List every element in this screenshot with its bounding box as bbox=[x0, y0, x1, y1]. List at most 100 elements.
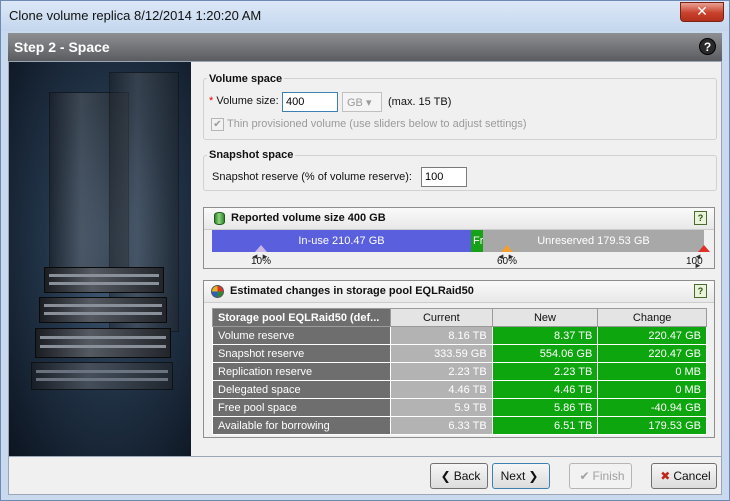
table-row[interactable]: Volume reserve 8.16 TB 8.37 TB 220.47 GB bbox=[212, 326, 707, 345]
change-value: 179.53 GB bbox=[597, 416, 707, 435]
row-label: Free pool space bbox=[212, 398, 391, 417]
threshold-slider-handle[interactable] bbox=[501, 245, 513, 252]
row-label: Delegated space bbox=[212, 380, 391, 399]
reported-volume-panel: Reported volume size 400 GB ? In-use 210… bbox=[203, 207, 715, 270]
current-value: 333.59 GB bbox=[389, 344, 493, 363]
in-use-segment: In-use 210.47 GB bbox=[212, 230, 471, 252]
change-value: 0 MB bbox=[597, 380, 707, 399]
step-title: Step 2 - Space bbox=[14, 39, 110, 55]
threshold-slider-handle[interactable] bbox=[255, 245, 267, 252]
settings-panel: Volume space * Volume size: GB ▾ (max. 1… bbox=[199, 62, 721, 456]
cancel-button-label: Cancel bbox=[673, 469, 711, 483]
chevron-down-icon: ▾ bbox=[365, 97, 372, 109]
step-header: Step 2 - Space ? bbox=[8, 33, 722, 61]
help-icon[interactable]: ? bbox=[694, 211, 707, 225]
next-button[interactable]: Next ❯ bbox=[492, 463, 550, 489]
volume-size-input[interactable] bbox=[282, 92, 338, 112]
cancel-button[interactable]: ✖ Cancel bbox=[651, 463, 717, 489]
database-icon bbox=[214, 212, 225, 225]
required-marker: * bbox=[209, 95, 214, 107]
volume-usage-bar: In-use 210.47 GB Fr Unreserved 179.53 GB bbox=[212, 230, 704, 252]
back-button[interactable]: ❮ Back bbox=[430, 463, 488, 489]
change-value: 220.47 GB bbox=[597, 344, 707, 363]
wizard-footer: ❮ Back Next ❯ ✔ Finish ✖ Cancel bbox=[8, 457, 722, 495]
finish-button-label: Finish bbox=[592, 469, 625, 483]
size-unit-value: GB bbox=[347, 97, 363, 109]
rack-back bbox=[109, 72, 179, 332]
next-arrow-icon: ❯ bbox=[528, 469, 539, 483]
thin-provision-checkbox[interactable]: ✔ bbox=[211, 118, 224, 131]
row-label: Snapshot reserve bbox=[212, 344, 391, 363]
threshold-label: 100 bbox=[686, 256, 703, 267]
column-header-pool[interactable]: Storage pool EQLRaid50 (def... bbox=[212, 308, 391, 327]
wizard-content: Volume space * Volume size: GB ▾ (max. 1… bbox=[8, 61, 722, 457]
current-value: 6.33 TB bbox=[389, 416, 493, 435]
back-arrow-icon: ❮ bbox=[440, 469, 451, 483]
unreserved-segment: Unreserved 179.53 GB bbox=[483, 230, 704, 252]
table-row[interactable]: Snapshot reserve 333.59 GB 554.06 GB 220.47… bbox=[212, 344, 707, 363]
row-label: Available for borrowing bbox=[212, 416, 391, 435]
estimated-changes-header: Estimated changes in storage pool EQLRai… bbox=[204, 281, 714, 303]
volume-size-label-text: Volume size: bbox=[216, 95, 279, 107]
pool-changes-table: Storage pool EQLRaid50 (def... Current N… bbox=[212, 308, 707, 435]
threshold-label: 10% bbox=[251, 256, 272, 267]
next-button-label: Next bbox=[500, 469, 526, 483]
volume-space-title: Volume space bbox=[207, 73, 285, 85]
rack-unit bbox=[39, 297, 167, 323]
storage-pool-icon bbox=[211, 285, 224, 298]
back-button-label: Back bbox=[453, 469, 481, 483]
snapshot-reserve-label: Snapshot reserve (% of volume reserve): bbox=[212, 171, 412, 183]
row-label: Replication reserve bbox=[212, 362, 391, 381]
reported-volume-header: Reported volume size 400 GB ? bbox=[204, 208, 714, 230]
free-segment: Fr bbox=[471, 230, 483, 252]
current-value: 4.46 TB bbox=[389, 380, 493, 399]
thin-provision-label: Thin provisioned volume (use sliders bel… bbox=[227, 118, 527, 130]
dialog-window: Clone volume replica 8/12/2014 1:20:20 A… bbox=[0, 0, 730, 501]
current-value: 5.9 TB bbox=[389, 398, 493, 417]
rack-unit bbox=[31, 362, 173, 390]
threshold-slider-handle[interactable] bbox=[698, 245, 710, 252]
change-value: 220.47 GB bbox=[597, 326, 707, 345]
new-value: 4.46 TB bbox=[491, 380, 599, 399]
close-button[interactable]: ✕ bbox=[680, 2, 724, 22]
server-rack-image bbox=[9, 62, 191, 456]
reported-volume-title: Reported volume size 400 GB bbox=[231, 212, 386, 224]
new-value: 6.51 TB bbox=[491, 416, 599, 435]
current-value: 2.23 TB bbox=[389, 362, 493, 381]
close-icon: ✕ bbox=[696, 3, 708, 19]
help-icon[interactable]: ? bbox=[694, 284, 707, 298]
current-value: 8.16 TB bbox=[389, 326, 493, 345]
estimated-changes-panel: Estimated changes in storage pool EQLRai… bbox=[203, 280, 715, 438]
column-header-new[interactable]: New bbox=[491, 308, 599, 327]
threshold-label: 60% bbox=[497, 256, 518, 267]
table-row[interactable]: Free pool space 5.9 TB 5.86 TB -40.94 GB bbox=[212, 398, 707, 417]
table-header-row: Storage pool EQLRaid50 (def... Current N… bbox=[212, 308, 707, 327]
new-value: 8.37 TB bbox=[491, 326, 599, 345]
estimated-changes-title: Estimated changes in storage pool EQLRai… bbox=[230, 285, 474, 297]
table-row[interactable]: Replication reserve 2.23 TB 2.23 TB 0 MB bbox=[212, 362, 707, 381]
rack-unit bbox=[35, 328, 171, 358]
volume-space-group bbox=[203, 78, 717, 140]
max-size-note: (max. 15 TB) bbox=[388, 96, 452, 108]
snapshot-space-title: Snapshot space bbox=[207, 149, 296, 161]
finish-button[interactable]: ✔ Finish bbox=[569, 463, 632, 489]
check-icon: ✔ bbox=[579, 469, 590, 483]
size-unit-select[interactable]: GB ▾ bbox=[342, 92, 382, 112]
threshold-markers: ◄ ► 10% ◄ ► 60% ◄ ► 100 bbox=[212, 245, 710, 270]
window-title: Clone volume replica 8/12/2014 1:20:20 A… bbox=[9, 8, 262, 23]
table-row[interactable]: Delegated space 4.46 TB 4.46 TB 0 MB bbox=[212, 380, 707, 399]
checkmark-icon: ✔ bbox=[213, 119, 222, 130]
column-header-current[interactable]: Current bbox=[389, 308, 493, 327]
change-value: 0 MB bbox=[597, 362, 707, 381]
volume-size-label: * Volume size: bbox=[209, 95, 279, 107]
table-row[interactable]: Available for borrowing 6.33 TB 6.51 TB 179… bbox=[212, 416, 707, 435]
row-label: Volume reserve bbox=[212, 326, 391, 345]
new-value: 554.06 GB bbox=[491, 344, 599, 363]
cancel-icon: ✖ bbox=[660, 469, 671, 483]
new-value: 5.86 TB bbox=[491, 398, 599, 417]
column-header-change[interactable]: Change bbox=[597, 308, 707, 327]
help-icon[interactable]: ? bbox=[699, 38, 716, 55]
title-bar: Clone volume replica 8/12/2014 1:20:20 A… bbox=[1, 1, 729, 31]
snapshot-reserve-input[interactable] bbox=[421, 167, 467, 187]
rack-unit bbox=[44, 267, 164, 293]
